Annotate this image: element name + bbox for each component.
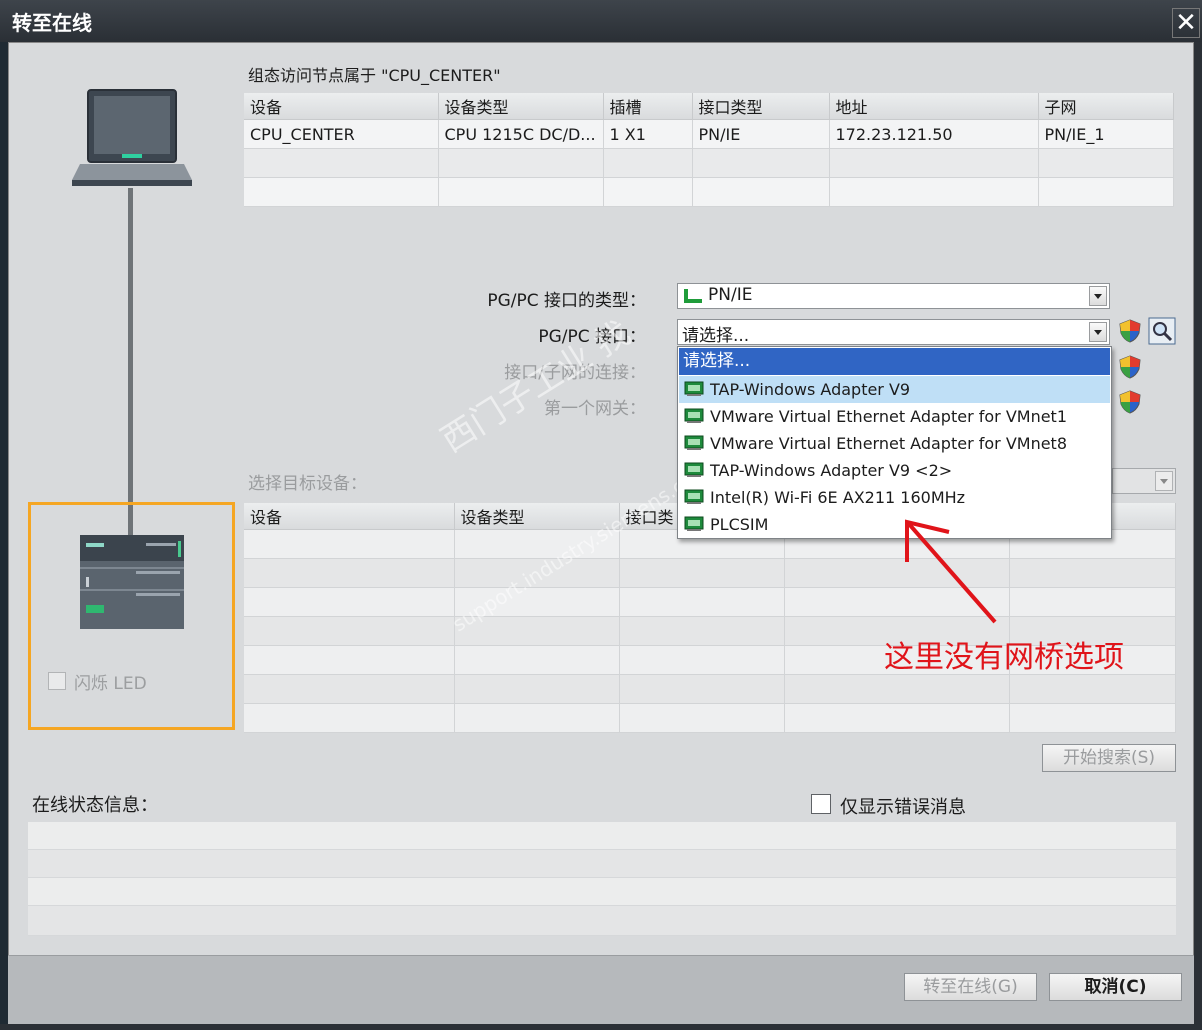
table-row[interactable] [244,674,1176,704]
network-plug-icon [684,289,702,303]
table-cell: 1 X1 [603,119,693,149]
table-row[interactable] [244,177,1174,207]
table-cell: CPU 1215C DC/D... [438,119,604,149]
dropdown-item-label: TAP-Windows Adapter V9 [710,380,911,399]
column-header[interactable]: 插槽 [603,93,693,120]
table-row[interactable] [244,587,1176,617]
table-row[interactable] [244,558,1176,588]
interface-select[interactable]: 请选择... [677,319,1110,346]
column-header[interactable]: 设备 [244,93,439,120]
dropdown-item-please-select[interactable]: 请选择... [679,348,1110,375]
list-item [28,906,1176,936]
network-card-icon [684,462,704,477]
dropdown-item-tap-adapter-2[interactable]: TAP-Windows Adapter V9 <2> [679,457,1110,484]
security-shield-icon[interactable] [1119,355,1141,379]
access-node-label: 组态访问节点属于 "CPU_CENTER" [248,66,501,85]
column-header[interactable]: 子网 [1038,93,1174,120]
network-cable [128,188,133,540]
online-status-label: 在线状态信息： [32,795,158,816]
table-cell: 172.23.121.50 [829,119,1039,149]
dropdown-item-label: 请选择... [683,351,751,371]
dropdown-item-label: PLCSIM [710,515,769,534]
magnifier-properties-icon[interactable] [1148,317,1176,345]
table-cell: PN/IE [692,119,830,149]
table-row[interactable]: CPU_CENTER CPU 1215C DC/D... 1 X1 PN/IE … [244,119,1174,149]
interface-type-label: PG/PC 接口的类型： [487,291,646,311]
only-errors-label: 仅显示错误消息 [840,797,966,818]
table-cell: PN/IE_1 [1038,119,1174,149]
column-header[interactable]: 设备 [244,503,455,530]
table-header-row: 设备 设备类型 插槽 接口类型 地址 子网 [244,93,1174,120]
dropdown-item-vmnet1[interactable]: VMware Virtual Ethernet Adapter for VMne… [679,403,1110,430]
network-card-icon [684,381,704,396]
security-shield-icon[interactable] [1119,390,1141,414]
access-node-table: 设备 设备类型 插槽 接口类型 地址 子网 CPU_CENTER CPU 121… [244,93,1174,207]
annotation-arrow-icon [905,519,997,624]
network-card-icon [684,435,704,450]
right-window-edge [1194,42,1202,1030]
only-errors-checkbox[interactable] [811,794,831,814]
interface-type-select[interactable]: PN/IE [677,283,1110,309]
column-header[interactable]: 设备类型 [454,503,620,530]
table-row[interactable] [244,703,1176,733]
list-item [28,850,1176,878]
chevron-down-icon[interactable] [1155,471,1173,491]
network-card-icon [684,408,704,423]
laptop-icon [72,89,192,186]
interface-label: PG/PC 接口： [538,327,646,347]
annotation-text: 这里没有网桥选项 [884,640,1124,675]
security-shield-icon[interactable] [1119,319,1141,343]
dropdown-item-label: Intel(R) Wi-Fi 6E AX211 160MHz [710,488,966,507]
network-card-icon [684,489,704,504]
list-item [28,878,1176,906]
title-bar[interactable] [0,0,1202,42]
first-gateway-label: 第一个网关： [544,399,646,419]
target-filter-select[interactable] [1112,468,1176,494]
dropdown-item-label: VMware Virtual Ethernet Adapter for VMne… [710,434,1068,453]
table-cell: CPU_CENTER [244,119,439,149]
online-status-list [28,822,1176,936]
interface-type-value: PN/IE [708,285,753,305]
bottom-window-edge [0,1024,1202,1030]
window-title: 转至在线 [12,11,92,35]
dropdown-item-tap-adapter[interactable]: TAP-Windows Adapter V9 [679,376,1110,403]
column-header[interactable]: 地址 [829,93,1039,120]
subnet-connection-label: 接口/子网的连接： [504,363,646,383]
column-header[interactable]: 设备类型 [438,93,604,120]
start-search-button[interactable]: 开始搜索(S) [1042,744,1176,772]
dropdown-item-vmnet8[interactable]: VMware Virtual Ethernet Adapter for VMne… [679,430,1110,457]
close-button[interactable]: ✕ [1172,8,1200,38]
left-window-edge [0,42,8,1030]
dropdown-item-label: VMware Virtual Ethernet Adapter for VMne… [710,407,1068,426]
flash-led-label: 闪烁 LED [74,674,147,694]
select-target-label: 选择目标设备： [248,474,367,494]
go-online-button[interactable]: 转至在线(G) [904,973,1037,1001]
plc-device-icon [80,535,184,629]
dropdown-item-intel-wifi[interactable]: Intel(R) Wi-Fi 6E AX211 160MHz [679,484,1110,511]
chevron-down-icon[interactable] [1089,322,1107,342]
interface-value: 请选择... [682,326,750,346]
dropdown-item-label: TAP-Windows Adapter V9 <2> [710,461,953,480]
list-item [28,822,1176,850]
flash-led-checkbox[interactable] [48,672,66,690]
chevron-down-icon[interactable] [1089,286,1107,306]
table-row[interactable] [244,148,1174,178]
cancel-button[interactable]: 取消(C) [1049,973,1182,1001]
network-card-icon [684,516,704,531]
column-header[interactable]: 接口类型 [692,93,830,120]
